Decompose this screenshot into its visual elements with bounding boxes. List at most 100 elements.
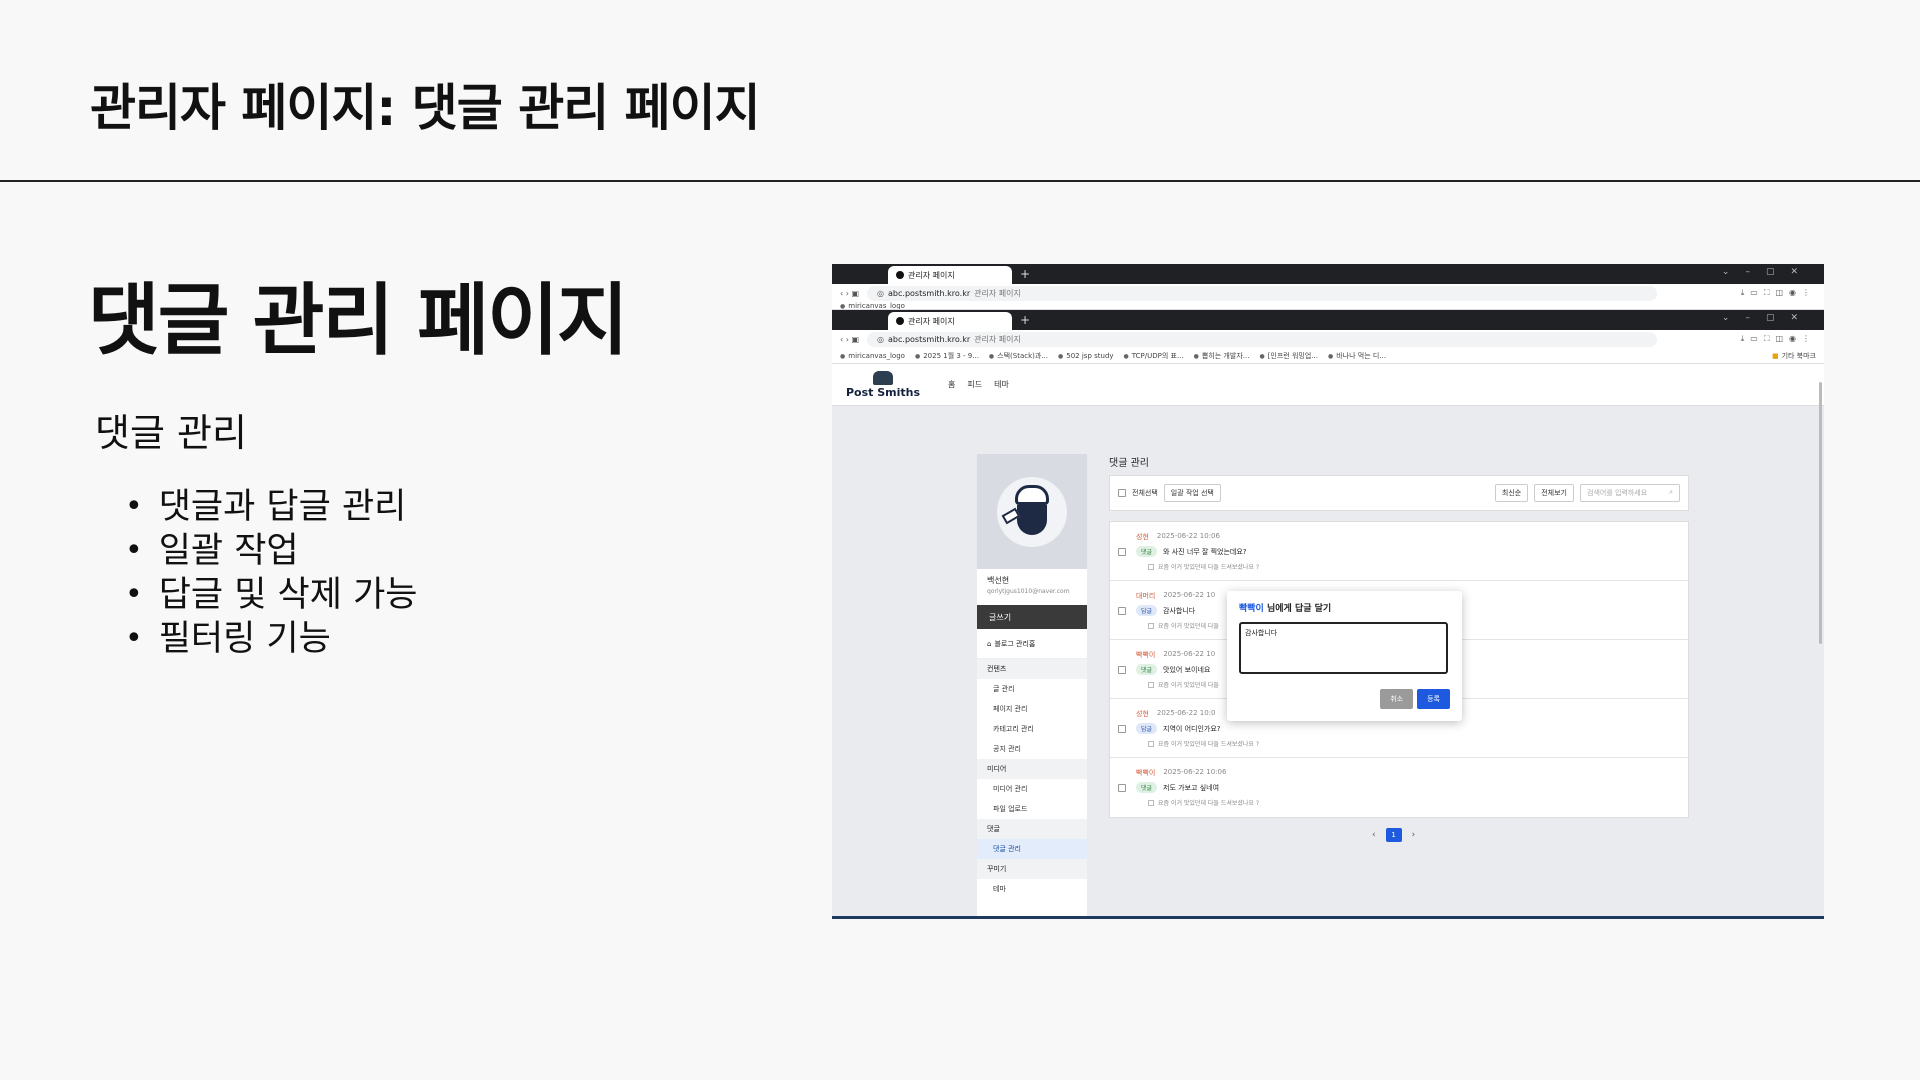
url-host: abc.postsmith.kro.kr (888, 334, 971, 344)
url-field[interactable]: ◎ abc.postsmith.kro.kr 관리자 페이지 (867, 285, 1658, 301)
cancel-button[interactable]: 취소 (1380, 689, 1414, 709)
home-icon: ⌂ (987, 639, 992, 648)
nav-arrows-icon[interactable]: ‹ › ▣ (840, 335, 859, 344)
nav-home[interactable]: 홈 (948, 379, 955, 390)
sidebar-item-comments[interactable]: 댓글 관리 (977, 839, 1087, 859)
bookmark[interactable]: 502 jsp study (1058, 352, 1113, 360)
comment-body: 답글 감사합니다 (1136, 605, 1195, 616)
comment-body: 댓글 저도 가보고 싶네여 (1136, 782, 1219, 793)
new-tab-icon[interactable]: + (1020, 267, 1030, 281)
browser-tab[interactable]: 관리자 페이지 (888, 266, 1012, 284)
comment-time: 2025-06-22 10:06 (1156, 532, 1220, 540)
row-checkbox[interactable] (1118, 784, 1126, 792)
avatar (997, 476, 1067, 547)
comment-text[interactable]: 맛있어 보이네요 (1163, 665, 1210, 675)
sort-select[interactable]: 최신순 (1494, 484, 1529, 502)
url-field[interactable]: ◎ abc.postsmith.kro.kr 관리자 페이지 (867, 331, 1658, 347)
write-button[interactable]: 글쓰기 (977, 605, 1087, 629)
nav-feed[interactable]: 피드 (967, 379, 982, 390)
browser-tools-icon[interactable]: ⤓▭⛶◫◉⋮ (1741, 288, 1816, 298)
comment-post: 요즘 이거 맛있던데 다들 드셔보셨나요 ? (1148, 739, 1259, 748)
bookmark[interactable]: [인프런 워밍업... (1259, 351, 1318, 361)
filter-select[interactable]: 전체보기 (1534, 484, 1574, 502)
search-icon[interactable]: ⌕ (1669, 488, 1673, 498)
select-all-checkbox[interactable] (1118, 489, 1126, 497)
bookmark[interactable]: 뽑히는 개발자... (1194, 351, 1250, 361)
url-title: 관리자 페이지 (974, 288, 1021, 298)
prev-page-icon[interactable]: ‹ (1372, 830, 1376, 840)
comment-text[interactable]: 지역이 어디인가요? (1163, 724, 1220, 734)
comment-post-title[interactable]: 요즘 이거 맛있던데 다들 (1158, 621, 1219, 630)
sidebar-item-pages[interactable]: 페이지 관리 (977, 699, 1087, 719)
sidebar-section-decorate: 꾸미기 (977, 859, 1087, 879)
window-controls-icon[interactable]: ⌄–▢✕ (1722, 267, 1814, 277)
comment-row: 성현 2025-06-22 10:06 댓글 와 사진 너무 잘 찍었는데요? 요즘… (1110, 522, 1688, 581)
bookmark[interactable]: TCP/UDP의 표... (1124, 351, 1184, 361)
comment-type-badge: 댓글 (1136, 664, 1158, 675)
new-tab-icon[interactable]: + (1020, 313, 1030, 327)
post-icon (1148, 563, 1154, 570)
row-checkbox[interactable] (1118, 666, 1126, 674)
sidebar-item-categories[interactable]: 카테고리 관리 (977, 719, 1087, 739)
browser-tabbar: 관리자 페이지 + ⌄–▢✕ (832, 310, 1824, 330)
page-scrollbar[interactable] (1819, 382, 1822, 644)
row-checkbox[interactable] (1118, 607, 1126, 615)
tab-title: 관리자 페이지 (908, 316, 955, 326)
profile-email: qorlytjgus1010@naver.com (987, 588, 1070, 595)
browser-tools-icon[interactable]: ⤓▭⛶◫◉⋮ (1741, 334, 1816, 344)
bookmark[interactable]: 스택(Stack)과... (989, 351, 1048, 361)
reply-title-suffix: 님에게 답글 달기 (1266, 604, 1332, 614)
browser-addressbar: ‹ › ▣ ◎ abc.postsmith.kro.kr 관리자 페이지 ⤓▭⛶◫◉… (832, 284, 1824, 302)
comment-meta: 성현 2025-06-22 10:06 (1136, 532, 1220, 542)
page-number-current[interactable]: 1 (1385, 828, 1402, 842)
comment-author[interactable]: 빡빡이 (1136, 768, 1155, 778)
comment-post-title[interactable]: 요즘 이거 맛있던데 다들 드셔보셨나요 ? (1158, 739, 1259, 748)
sidebar-item-upload[interactable]: 파일 업로드 (977, 799, 1087, 819)
sidebar-section-comments: 댓글 (977, 819, 1087, 839)
sidebar-item-media[interactable]: 미디어 관리 (977, 779, 1087, 799)
comment-meta: 빡빡이 2025-06-22 10:06 (1136, 768, 1226, 778)
app-logo[interactable]: Post Smiths (846, 370, 921, 399)
comment-post-title[interactable]: 요즘 이거 맛있던데 다들 드셔보셨나요 ? (1158, 562, 1259, 571)
comment-text[interactable]: 저도 가보고 싶네여 (1163, 783, 1219, 793)
comment-author[interactable]: 성현 (1136, 709, 1149, 719)
comment-meta: 빡빡이 2025-06-22 10 (1136, 650, 1215, 660)
sidebar-item-theme[interactable]: 테마 (977, 879, 1087, 899)
bullet-item: 댓글과 답글 관리 (125, 485, 417, 529)
comment-author[interactable]: 빡빡이 (1136, 650, 1155, 660)
reply-popup: 빡빡이 님에게 답글 달기 감사합니다 취소 등록 (1227, 591, 1462, 721)
sidebar-item-notices[interactable]: 공지 관리 (977, 739, 1087, 759)
slide-heading: 댓글 관리 페이지 (88, 276, 629, 366)
comment-post: 요즘 이거 맛있던데 다들 드셔보셨나요 ? (1148, 562, 1259, 571)
bookmark[interactable]: 바나나 먹는 디... (1328, 351, 1386, 361)
window-controls-icon[interactable]: ⌄–▢✕ (1722, 313, 1814, 323)
comment-toolbar: 전체선택 일괄 작업 선택 최신순 전체보기 검색어를 입력하세요 ⌕ (1109, 475, 1689, 511)
comment-post-title[interactable]: 요즘 이거 맛있던데 다들 (1158, 680, 1219, 689)
comment-meta: 대머리 2025-06-22 10 (1136, 591, 1215, 601)
next-page-icon[interactable]: › (1412, 830, 1416, 840)
submit-button[interactable]: 등록 (1417, 689, 1450, 709)
sidebar-item-posts[interactable]: 글 관리 (977, 679, 1087, 699)
search-input[interactable]: 검색어를 입력하세요 ⌕ (1580, 484, 1680, 502)
logo-text: Post Smiths (846, 385, 921, 399)
bookmark[interactable]: miricanvas_logo (840, 352, 905, 360)
bookmark[interactable]: 2025 1월 3 - 9... (915, 351, 979, 361)
nav-theme[interactable]: 테마 (994, 379, 1009, 390)
comment-post-title[interactable]: 요즘 이거 맛있던데 다들 드셔보셨나요 ? (1158, 798, 1259, 807)
bookmark[interactable]: miricanvas_logo (840, 302, 905, 309)
admin-screenshot: 관리자 페이지 + ⌄–▢✕ ‹ › ▣ ◎ abc.postsmith.kro.… (832, 264, 1824, 919)
bookmarks-folder[interactable]: 기타 북마크 (1772, 351, 1816, 361)
row-checkbox[interactable] (1118, 548, 1126, 556)
comment-text[interactable]: 감사합니다 (1163, 606, 1195, 616)
comment-author[interactable]: 성현 (1136, 532, 1149, 542)
blog-management-home[interactable]: ⌂ 블로그 관리홈 (977, 629, 1087, 659)
nav-arrows-icon[interactable]: ‹ › ▣ (840, 289, 859, 298)
row-checkbox[interactable] (1118, 725, 1126, 733)
page-title: 댓글 관리 (1109, 458, 1149, 469)
reply-textarea[interactable]: 감사합니다 (1239, 622, 1448, 674)
browser-tab[interactable]: 관리자 페이지 (888, 312, 1012, 330)
bulk-action-select[interactable]: 일괄 작업 선택 (1163, 484, 1221, 502)
slide-title: 관리자 페이지: 댓글 관리 페이지 (90, 79, 761, 137)
comment-text[interactable]: 와 사진 너무 잘 찍었는데요? (1163, 547, 1246, 557)
comment-author[interactable]: 대머리 (1136, 591, 1155, 601)
